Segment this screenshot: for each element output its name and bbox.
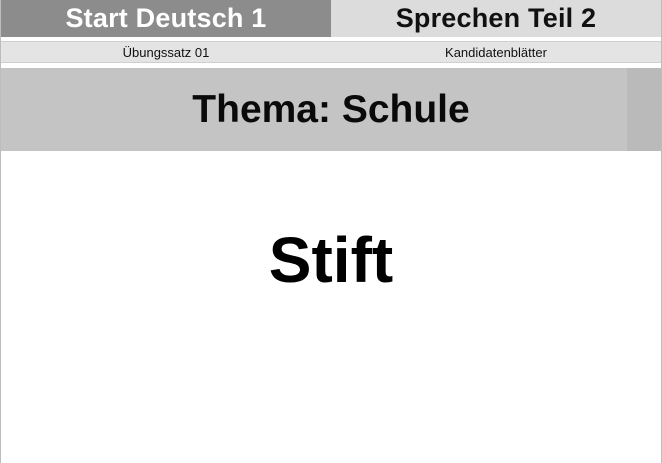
- card-word: Stift: [268, 224, 394, 296]
- theme-title: Thema: Schule: [192, 87, 470, 131]
- candidate-sheet: Start Deutsch 1 Sprechen Teil 2 Übungssa…: [0, 0, 662, 463]
- section-title: Sprechen Teil 2: [331, 0, 661, 37]
- exam-title: Start Deutsch 1: [1, 0, 331, 37]
- practice-set-label: Übungssatz 01: [122, 44, 210, 60]
- candidate-sheets-label: Kandidatenblätter: [445, 44, 547, 60]
- subheader-row: Übungssatz 01 Kandidatenblätter: [1, 41, 661, 63]
- header-row: Start Deutsch 1 Sprechen Teil 2: [1, 0, 661, 37]
- theme-band: Thema: Schule: [1, 68, 661, 151]
- theme-band-edge-shade: [627, 68, 661, 151]
